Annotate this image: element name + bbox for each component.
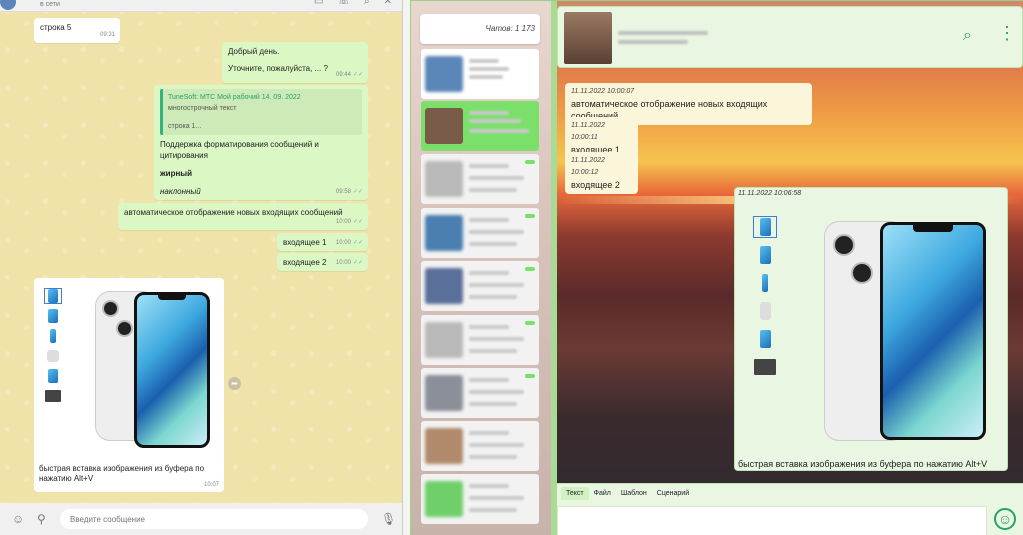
chat-list-item[interactable] bbox=[421, 208, 539, 258]
message-text: Поддержка форматирования сообщений и цит… bbox=[160, 140, 319, 160]
message-time: 10:07 bbox=[203, 482, 219, 488]
quoted-message[interactable]: TuneSoft: МТС Мой рабочий 14. 09. 2022 м… bbox=[160, 89, 362, 135]
message-bubble[interactable]: входящее 2 10:00 ✓✓ bbox=[277, 253, 368, 271]
chat-list-item-active[interactable] bbox=[421, 101, 539, 151]
menu-icon[interactable]: ✕ bbox=[384, 0, 392, 7]
read-check-icon: ✓✓ bbox=[352, 72, 363, 78]
tab-text[interactable]: Текст bbox=[561, 487, 589, 500]
chat-list-item[interactable] bbox=[421, 474, 539, 524]
right-chat-window: Чатов: 1 173 ⌕ ⋮ 11.11.2022 10:00:07 авт… bbox=[410, 0, 1023, 535]
composer-tabs: Текст Файл Шаблон Сценарий bbox=[561, 487, 694, 500]
message-timestamp: 11.11.2022 10:00:12 bbox=[571, 157, 605, 176]
image-thumbnail[interactable] bbox=[753, 216, 777, 238]
message-bubble[interactable]: строка 5 09:31 bbox=[34, 18, 120, 43]
image-thumbnail[interactable] bbox=[44, 288, 62, 304]
chats-count-box: Чатов: 1 173 bbox=[420, 14, 540, 44]
read-check-icon: ✓✓ bbox=[352, 260, 363, 266]
image-message[interactable]: быстрая вставка изображения из буфера по… bbox=[34, 278, 224, 492]
image-thumbnail[interactable] bbox=[44, 368, 62, 384]
chat-search-icon[interactable]: ⌕ bbox=[963, 27, 972, 45]
contact-avatar[interactable] bbox=[0, 0, 16, 10]
message-timestamp: 11.11.2022 10:00:07 bbox=[571, 88, 635, 95]
message-bubble[interactable]: автоматическое отображение новых входящи… bbox=[118, 203, 368, 230]
message-text: входящее 2 bbox=[571, 180, 620, 190]
phone-image-front bbox=[880, 222, 986, 440]
image-thumbnail[interactable] bbox=[753, 272, 777, 294]
message-input[interactable] bbox=[60, 509, 368, 529]
message-input[interactable] bbox=[557, 506, 987, 535]
quote-header: TuneSoft: МТС Мой рабочий 14. 09. 2022 bbox=[168, 94, 301, 101]
image-thumbnail[interactable] bbox=[753, 300, 777, 322]
smile-icon[interactable]: ☺ bbox=[994, 508, 1016, 530]
forward-icon[interactable]: ➦ bbox=[228, 377, 241, 390]
message-text: строка 5 bbox=[40, 23, 72, 32]
chat-list-item[interactable] bbox=[421, 368, 539, 418]
image-thumbnail[interactable] bbox=[44, 308, 62, 324]
read-check-icon: ✓✓ bbox=[352, 189, 363, 195]
kebab-icon[interactable]: ⋮ bbox=[998, 23, 1016, 44]
message-time: 09:31 bbox=[99, 32, 115, 38]
tab-file[interactable]: Файл bbox=[589, 487, 616, 500]
chat-list: Чатов: 1 173 bbox=[411, 1, 551, 535]
message-time: 10:00 bbox=[335, 240, 351, 246]
image-message[interactable]: 11.11.2022 10:06:58 быстрая вставка изоб… bbox=[734, 187, 1008, 471]
search-icon[interactable]: ⌕ bbox=[364, 0, 370, 7]
image-thumbnail[interactable] bbox=[753, 244, 777, 266]
quote-text: строка 1... bbox=[168, 123, 202, 130]
attach-icon[interactable]: ⚲ bbox=[37, 512, 46, 526]
tab-scenario[interactable]: Сценарий bbox=[652, 487, 694, 500]
chat-list-item[interactable] bbox=[421, 49, 539, 99]
message-time: 09:58 bbox=[335, 189, 351, 195]
chats-count: Чатов: 1 173 bbox=[485, 24, 536, 33]
image-thumbnail[interactable] bbox=[753, 328, 777, 350]
message-time: 09:44 bbox=[335, 72, 351, 78]
image-thumbnail[interactable] bbox=[44, 328, 62, 344]
message-text: входящее 2 bbox=[283, 258, 327, 267]
message-text: Добрый день. bbox=[228, 47, 280, 56]
tab-template[interactable]: Шаблон bbox=[616, 487, 652, 500]
image-thumbnail-list bbox=[44, 288, 62, 404]
message-composer: ☺ ⚲ 🎙 bbox=[0, 503, 402, 535]
mic-icon[interactable]: 🎙 bbox=[381, 512, 396, 526]
read-check-icon: ✓✓ bbox=[352, 219, 363, 225]
video-icon[interactable]: ▭ bbox=[314, 0, 323, 7]
window-divider bbox=[402, 0, 410, 535]
emoji-icon[interactable]: ☺ bbox=[12, 512, 24, 526]
video-thumbnail[interactable] bbox=[44, 388, 62, 404]
message-italic-text: наклонный bbox=[160, 187, 201, 196]
read-check-icon: ✓✓ bbox=[352, 240, 363, 246]
message-bold-text: жирный bbox=[160, 169, 193, 178]
message-timestamp: 11.11.2022 10:00:11 bbox=[571, 122, 605, 141]
message-composer: Текст Файл Шаблон Сценарий ☺ bbox=[557, 483, 1023, 535]
chat-list-item[interactable] bbox=[421, 315, 539, 365]
image-thumbnail[interactable] bbox=[44, 348, 62, 364]
message-time: 10:00 bbox=[335, 219, 351, 225]
message-text: входящее 1 bbox=[283, 238, 327, 247]
conversation-header: ⌕ ⋮ bbox=[557, 6, 1023, 68]
message-text: автоматическое отображение новых входящи… bbox=[124, 208, 343, 217]
image-caption: быстрая вставка изображения из буфера по… bbox=[738, 459, 988, 469]
phone-image-front bbox=[134, 292, 210, 448]
message-bubble[interactable]: Добрый день. Уточните, пожалуйста, ... ?… bbox=[222, 42, 368, 83]
image-thumbnail-list bbox=[753, 216, 777, 378]
left-chat-window: в сети ▭ ☏ ⌕ ✕ строка 5 09:31 Добрый ден… bbox=[0, 0, 402, 535]
message-time: 10:00 bbox=[335, 260, 351, 266]
chat-list-item[interactable] bbox=[421, 421, 539, 471]
contact-avatar[interactable] bbox=[564, 12, 612, 64]
message-bubble[interactable]: входящее 1 10:00 ✓✓ bbox=[277, 233, 368, 251]
contact-status: в сети bbox=[40, 1, 60, 8]
phone-icon[interactable]: ☏ bbox=[337, 0, 350, 7]
video-thumbnail[interactable] bbox=[753, 356, 777, 378]
image-caption: быстрая вставка изображения из буфера по… bbox=[39, 464, 205, 483]
message-bubble[interactable]: 11.11.2022 10:00:12 входящее 2 bbox=[565, 152, 638, 194]
message-bubble-quoted[interactable]: TuneSoft: МТС Мой рабочий 14. 09. 2022 м… bbox=[154, 85, 368, 200]
chat-header: в сети ▭ ☏ ⌕ ✕ bbox=[0, 0, 402, 12]
chat-list-item[interactable] bbox=[421, 261, 539, 311]
quote-text: многострочный текст bbox=[168, 105, 237, 112]
message-timestamp: 11.11.2022 10:06:58 bbox=[738, 190, 802, 197]
conversation-panel: ⌕ ⋮ 11.11.2022 10:00:07 автоматическое о… bbox=[557, 1, 1023, 535]
chat-list-item[interactable] bbox=[421, 154, 539, 204]
